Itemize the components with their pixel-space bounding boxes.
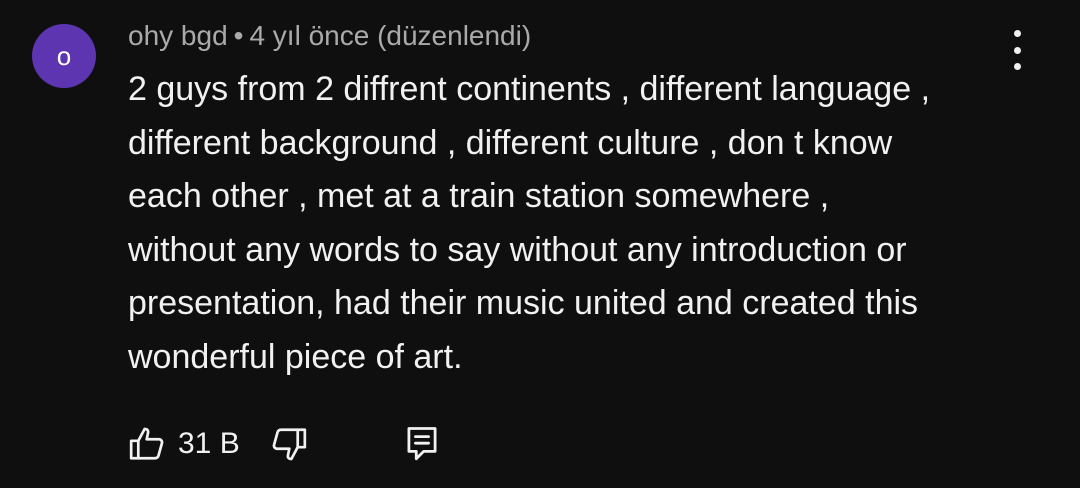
meta-separator: • bbox=[233, 20, 244, 51]
comment-text: 2 guys from 2 diffrent continents , diff… bbox=[128, 63, 1028, 384]
like-button[interactable]: 31 B bbox=[128, 425, 270, 463]
comment-meta: ohy bgd • 4 yıl önce (düzenlendi) bbox=[128, 20, 531, 52]
comment-text-line: each other , met at a train station some… bbox=[128, 177, 830, 215]
reply-button[interactable] bbox=[404, 424, 440, 464]
comment-text-line: different background , different culture… bbox=[128, 123, 893, 162]
avatar[interactable]: o bbox=[32, 24, 96, 88]
comment-time: 4 yıl önce (düzenlendi) bbox=[249, 20, 532, 51]
comment-actions: 31 B bbox=[128, 422, 440, 466]
thumbs-up-icon bbox=[129, 427, 164, 460]
like-count: 31 B bbox=[178, 427, 240, 460]
author-name[interactable]: ohy bgd bbox=[128, 20, 228, 51]
thumbs-down-icon bbox=[272, 428, 306, 461]
reply-comment-icon bbox=[407, 427, 437, 461]
dislike-button[interactable] bbox=[270, 425, 308, 463]
comment-text-line: presentation, had their music united and… bbox=[128, 284, 919, 322]
comment-item: o ohy bgd • 4 yıl önce (düzenlendi) 2 guys… bbox=[0, 0, 1080, 488]
comment-text-line: 2 guys from 2 diffrent continents , diff… bbox=[128, 70, 931, 108]
comment-text-line: without any words to say without any int… bbox=[128, 230, 907, 269]
comment-text-line: wonderful piece of art. bbox=[128, 337, 463, 376]
